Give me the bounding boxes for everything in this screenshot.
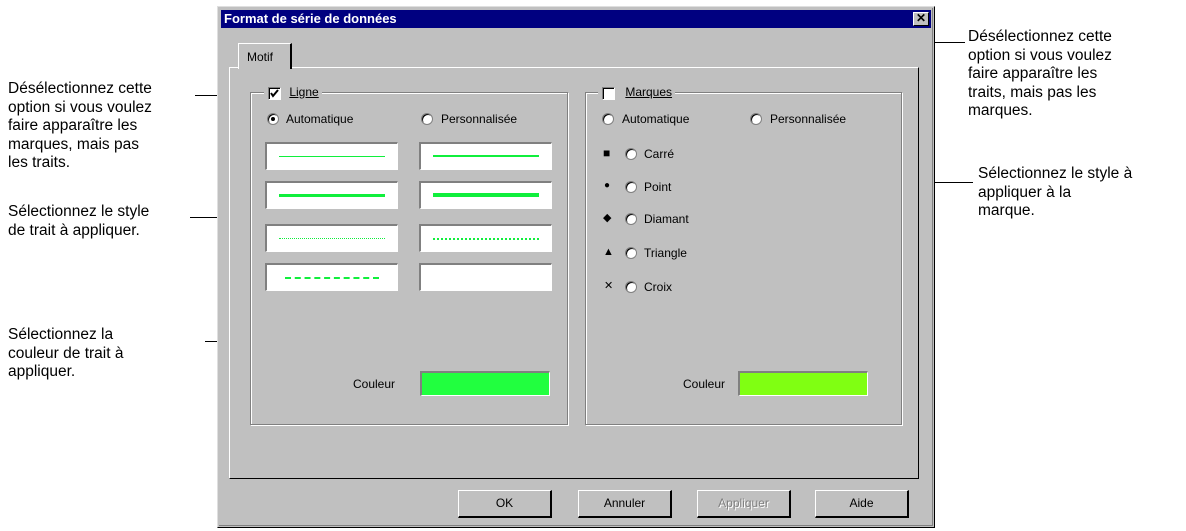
- tab-motif-label: Motif: [247, 50, 274, 64]
- ligne-auto-radio[interactable]: [267, 113, 279, 125]
- marques-auto-label: Automatique: [622, 112, 690, 126]
- diamond-marker-icon: ◆: [603, 212, 612, 224]
- ligne-auto-label: Automatique: [286, 112, 354, 126]
- marker-carre-label: Carré: [644, 147, 675, 161]
- checkmark-icon: [270, 88, 279, 98]
- dialog-title: Format de série de données: [224, 11, 397, 26]
- marques-group-header: Marques: [598, 83, 676, 100]
- line-style-thin[interactable]: [265, 142, 398, 170]
- marker-croix-radio[interactable]: [625, 281, 637, 293]
- marker-carre-radio[interactable]: [625, 148, 637, 160]
- marker-croix-label: Croix: [644, 280, 673, 294]
- callout-line-style: Sélectionnez le style de trait à appliqu…: [8, 203, 150, 239]
- circle-marker-icon: ●: [604, 180, 611, 191]
- marques-checkbox[interactable]: [602, 86, 615, 100]
- marques-label: Marques: [625, 85, 673, 99]
- ligne-color-swatch[interactable]: [420, 371, 550, 396]
- marques-custom-label: Personnalisée: [770, 112, 847, 126]
- aide-button[interactable]: Aide: [815, 490, 909, 518]
- marker-diamant-radio[interactable]: [625, 213, 637, 225]
- marker-triangle-radio[interactable]: [625, 247, 637, 259]
- tab-motif[interactable]: Motif: [238, 43, 292, 69]
- marques-color-swatch[interactable]: [738, 371, 868, 396]
- triangle-marker-icon: ▲: [603, 246, 614, 258]
- marques-custom-radio[interactable]: [750, 113, 762, 125]
- annuler-button[interactable]: Annuler: [578, 490, 672, 518]
- close-icon[interactable]: ✕: [913, 12, 929, 26]
- appliquer-button[interactable]: Appliquer: [697, 490, 791, 518]
- line-style-dashed[interactable]: [265, 263, 398, 291]
- callout-uncheck-ligne: Désélectionnez cette option si vous voul…: [8, 80, 152, 171]
- marker-point-label: Point: [644, 180, 672, 194]
- callout-uncheck-marques: Désélectionnez cette option si vous voul…: [968, 28, 1112, 119]
- marques-couleur-label: Couleur: [683, 377, 726, 391]
- callout-marker-style: Sélectionnez le style à appliquer à la m…: [978, 165, 1133, 219]
- ok-button[interactable]: OK: [458, 490, 552, 518]
- ligne-group-header: Ligne: [264, 83, 322, 100]
- ligne-custom-label: Personnalisée: [441, 112, 518, 126]
- marques-auto-radio[interactable]: [602, 113, 614, 125]
- title-bar: Format de série de données ✕: [221, 10, 931, 28]
- line-style-dotted[interactable]: [419, 224, 552, 252]
- callout-line-color: Sélectionnez la couleur de trait à appli…: [8, 326, 124, 380]
- line-style-medium[interactable]: [419, 142, 552, 170]
- line-style-thick[interactable]: [265, 181, 398, 209]
- ligne-label: Ligne: [289, 85, 319, 99]
- marker-diamant-label: Diamant: [644, 212, 689, 226]
- ligne-custom-radio[interactable]: [421, 113, 433, 125]
- marker-point-radio[interactable]: [625, 181, 637, 193]
- square-marker-icon: ■: [603, 146, 611, 160]
- line-style-extra-thick[interactable]: [419, 181, 552, 209]
- ligne-couleur-label: Couleur: [353, 377, 396, 391]
- cross-marker-icon: ✕: [604, 280, 614, 292]
- line-style-none[interactable]: [419, 263, 552, 291]
- line-style-fine-dotted[interactable]: [265, 224, 398, 252]
- marker-triangle-label: Triangle: [644, 246, 687, 260]
- ligne-checkbox[interactable]: [268, 86, 281, 100]
